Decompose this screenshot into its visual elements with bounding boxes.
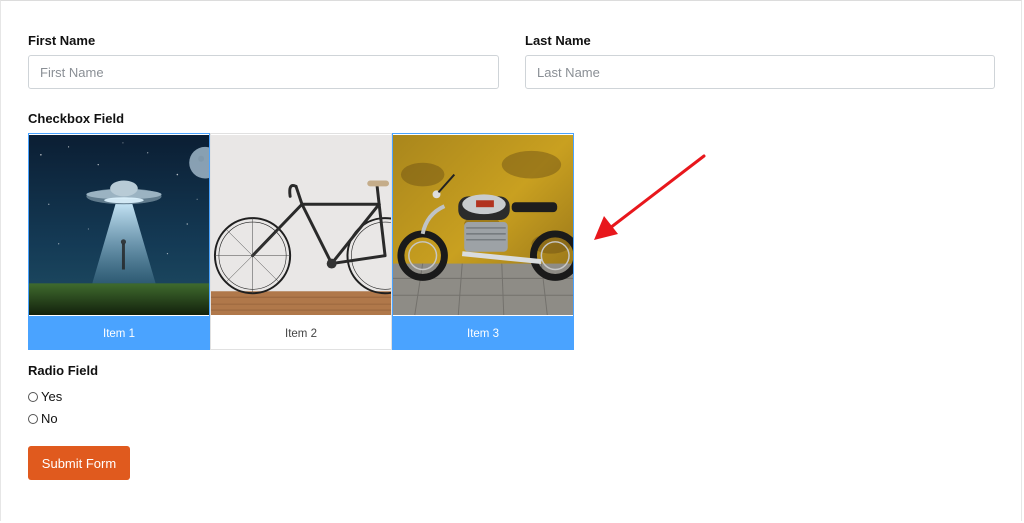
last-name-label: Last Name [525,33,591,48]
motorcycle-image [393,135,573,316]
bicycle-image [211,135,391,315]
checkbox-item-label: Item 2 [211,316,391,349]
radio-option-label: No [41,411,58,426]
image-checkbox-grid: Item 1 Item 2 Item 3 [28,133,575,350]
ufo-image [29,135,209,315]
first-name-input[interactable] [28,55,499,89]
submit-form-button[interactable]: Submit Form [28,446,130,480]
radio-button[interactable] [28,391,38,402]
first-name-label: First Name [28,33,96,48]
checkbox-item-3[interactable]: Item 3 [392,133,574,350]
checkbox-item-2[interactable]: Item 2 [210,133,392,350]
radio-option-label: Yes [41,389,63,404]
radio-option-no[interactable]: No [28,411,58,426]
red-arrow-icon [594,154,706,240]
checkbox-item-1[interactable]: Item 1 [28,133,210,350]
radio-option-yes[interactable]: Yes [28,389,62,404]
last-name-input[interactable] [525,55,995,89]
checkbox-item-label: Item 1 [29,316,209,349]
radio-field-label: Radio Field [28,363,99,378]
checkbox-item-label: Item 3 [393,316,573,349]
checkbox-field-label: Checkbox Field [28,111,125,126]
radio-button[interactable] [28,413,38,424]
